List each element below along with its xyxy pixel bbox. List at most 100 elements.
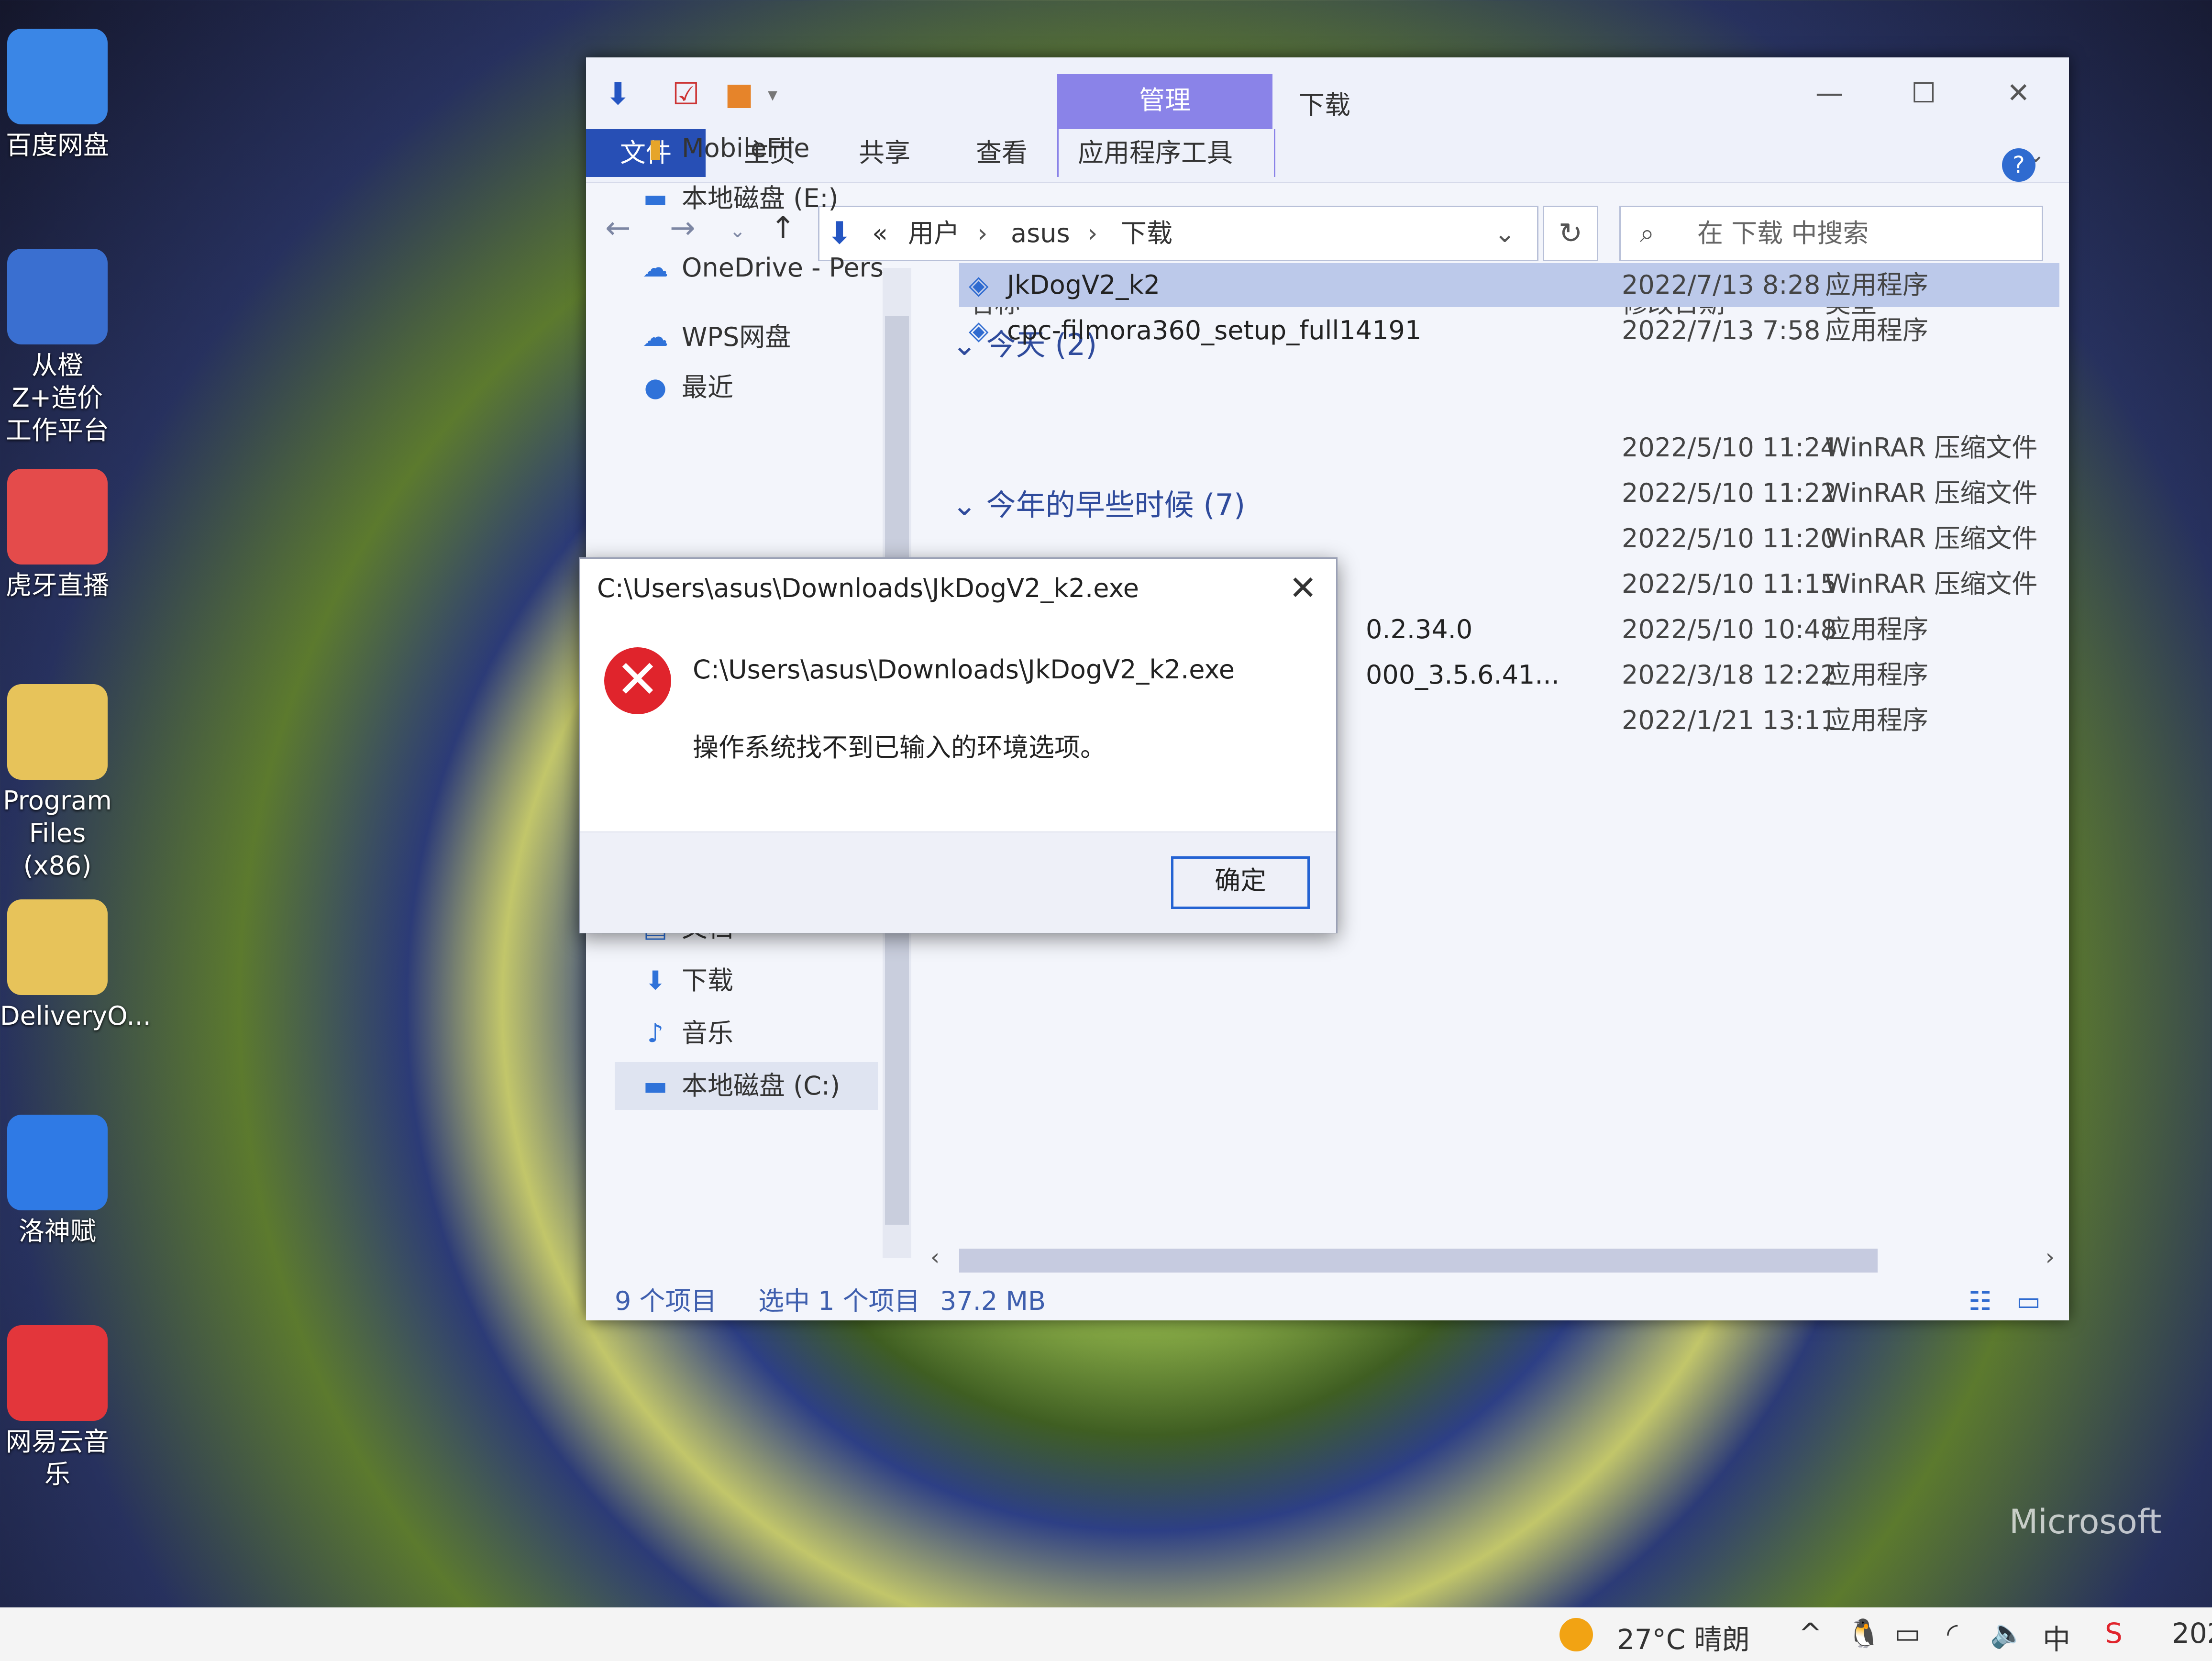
tab-share[interactable]: 共享: [840, 129, 929, 177]
taskbar: 27°C 晴朗 ^ 🐧 ▭ ◜ 🔈 中 S 202: [0, 1607, 2212, 1661]
sidebar-item-label: 本地磁盘 (C:): [682, 1071, 841, 1101]
address-dropdown-icon[interactable]: ⌄: [1494, 207, 1515, 260]
app-icon: [7, 1115, 108, 1210]
minimize-icon[interactable]: —: [1815, 77, 1843, 109]
close-icon[interactable]: ✕: [2007, 77, 2030, 109]
refresh-icon: ↻: [1558, 217, 1583, 250]
app-icon: [7, 899, 108, 995]
breadcrumb-asus[interactable]: asus: [1011, 207, 1070, 260]
app-icon: [7, 469, 108, 565]
details-view-icon[interactable]: ☷: [1969, 1282, 1991, 1320]
file-date: 2022/3/18 12:22: [1622, 660, 1837, 690]
music-icon: ♪: [647, 1018, 664, 1048]
sidebar-item[interactable]: ▬ 本地磁盘 (C:): [615, 1062, 878, 1110]
file-date: 2022/7/13 7:58: [1622, 315, 1821, 345]
desktop-icon[interactable]: DeliveryO...: [0, 899, 151, 1032]
sidebar-item[interactable]: ▮ MobileFile: [639, 124, 809, 172]
app-icon: [7, 249, 108, 344]
qq-icon[interactable]: 🐧: [1847, 1617, 1881, 1650]
file-type: WinRAR 压缩文件: [1825, 478, 2038, 508]
sidebar-item[interactable]: ☁ OneDrive - Pers: [639, 244, 884, 292]
address-bar[interactable]: ⬇ « 用户 › asus › 下载 ⌄: [818, 206, 1538, 261]
breadcrumb-users[interactable]: 用户: [908, 207, 960, 260]
battery-icon[interactable]: ▭: [1894, 1617, 1921, 1650]
desktop-icon[interactable]: 网易云音乐: [0, 1325, 115, 1491]
selection-size: 37.2 MB: [940, 1286, 1046, 1316]
error-icon: ✕: [604, 647, 671, 714]
volume-icon[interactable]: 🔈: [1990, 1617, 2024, 1650]
sidebar-item[interactable]: ⬇ 下载: [639, 957, 733, 1005]
sidebar-item[interactable]: ▬ 本地磁盘 (E:): [639, 175, 839, 222]
folder-icon: ▮: [648, 133, 663, 163]
desktop-icon[interactable]: 虎牙直播: [0, 469, 115, 602]
desktop-icon[interactable]: Program Files (x86): [0, 684, 115, 882]
refresh-button[interactable]: ↻: [1543, 206, 1598, 261]
search-box[interactable]: ⌕ 在 下载 中搜索: [1619, 206, 2043, 261]
file-row[interactable]: ◈ cpc-filmora360_setup_full14191 2022/7/13…: [959, 309, 2059, 353]
scroll-left-icon[interactable]: ‹: [930, 1244, 940, 1271]
sidebar-item[interactable]: ♪ 音乐: [639, 1009, 733, 1057]
sidebar-item[interactable]: ☁ WPS网盘: [639, 313, 791, 361]
sidebar-item-label: 本地磁盘 (E:): [682, 183, 839, 213]
tab-view[interactable]: 查看: [957, 129, 1047, 177]
desktop-icon-label: 洛神赋: [19, 1216, 96, 1246]
sogou-icon[interactable]: S: [2105, 1617, 2123, 1650]
file-date: 2022/5/10 11:20: [1622, 523, 1837, 554]
file-row[interactable]: 2022/5/10 11:22 WinRAR 压缩文件: [959, 471, 2059, 515]
horizontal-scroll-thumb[interactable]: [959, 1249, 1878, 1273]
file-date: 2022/5/10 11:24: [1622, 432, 1837, 463]
sidebar-item-label: 下载: [682, 965, 733, 996]
file-name: cpc-filmora360_setup_full14191: [1007, 315, 1422, 345]
file-type: WinRAR 压缩文件: [1825, 569, 2038, 599]
weather-text[interactable]: 27°C 晴朗: [1617, 1617, 1750, 1657]
search-placeholder: 在 下载 中搜索: [1697, 218, 1869, 248]
file-type: 应用程序: [1825, 705, 1928, 735]
file-row[interactable]: 2022/5/10 11:20 WinRAR 压缩文件: [959, 517, 2059, 561]
dialog-message: 操作系统找不到已输入的环境选项。: [693, 732, 1106, 763]
horizontal-scrollbar[interactable]: ‹ ›: [930, 1244, 2059, 1273]
app-icon: [7, 1325, 108, 1421]
clock-text[interactable]: 202: [2172, 1617, 2212, 1650]
dialog-close-icon[interactable]: ✕: [1289, 568, 1317, 608]
help-icon[interactable]: ?: [2002, 148, 2035, 182]
item-count: 9 个项目: [615, 1286, 717, 1316]
context-tab-manage[interactable]: 管理: [1057, 74, 1272, 129]
file-date: 2022/1/21 13:11: [1622, 705, 1837, 735]
show-hidden-icons-icon[interactable]: ^: [1799, 1617, 1822, 1650]
file-name: JkDogV2_k2: [1007, 270, 1161, 300]
file-date: 2022/7/13 8:28: [1622, 270, 1821, 300]
desktop-icon[interactable]: 百度网盘: [0, 29, 115, 162]
properties-icon[interactable]: ☑: [672, 77, 699, 112]
breadcrumb-downloads[interactable]: 下载: [1121, 207, 1172, 260]
chevron-down-icon[interactable]: ▾: [768, 84, 777, 106]
file-name: 0.2.34.0: [1366, 614, 1473, 644]
drive-icon: ▬: [643, 183, 668, 213]
desktop-icon-label: 从橙Z+造价 工作平台: [6, 350, 109, 445]
large-icons-view-icon[interactable]: ▭: [2016, 1282, 2041, 1320]
file-type: 应用程序: [1825, 614, 1928, 644]
scroll-right-icon[interactable]: ›: [2046, 1244, 2055, 1271]
cloud-icon: ☁: [642, 322, 668, 352]
wifi-icon[interactable]: ◜: [1947, 1617, 1958, 1650]
file-type: 应用程序: [1825, 315, 1928, 345]
tab-app-tools[interactable]: 应用程序工具: [1057, 129, 1275, 177]
weather-sun-icon: [1559, 1618, 1593, 1651]
back-icon[interactable]: ←: [605, 210, 631, 246]
new-folder-icon[interactable]: ■: [725, 77, 753, 112]
file-date: 2022/5/10 11:15: [1622, 569, 1837, 599]
maximize-icon[interactable]: ☐: [1911, 77, 1936, 109]
file-row[interactable]: ◈ JkDogV2_k2 2022/7/13 8:28 应用程序: [959, 263, 2059, 307]
input-method-icon[interactable]: 中: [2043, 1617, 2070, 1657]
recent-chevron-icon[interactable]: ⌄: [730, 220, 746, 242]
sidebar-item[interactable]: ● 最近: [639, 364, 733, 411]
file-row[interactable]: 2022/5/10 11:24 WinRAR 压缩文件: [959, 426, 2059, 470]
dialog-footer: 确定: [580, 831, 1336, 933]
desktop-icon[interactable]: 洛神赋: [0, 1115, 115, 1248]
sidebar-item-label: 最近: [682, 372, 733, 402]
desktop-icon[interactable]: 从橙Z+造价 工作平台: [0, 249, 115, 447]
download-arrow-icon[interactable]: ⬇: [605, 77, 631, 112]
file-type: WinRAR 压缩文件: [1825, 432, 2038, 463]
dialog-path: C:\Users\asus\Downloads\JkDogV2_k2.exe: [693, 654, 1235, 685]
microsoft-watermark: Microsoft: [2009, 1502, 2162, 1541]
ok-button[interactable]: 确定: [1171, 856, 1310, 909]
